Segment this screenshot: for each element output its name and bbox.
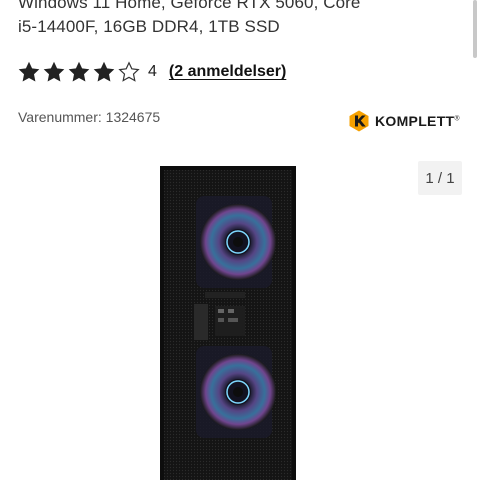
rating-value: 4 — [148, 63, 157, 80]
reviews-link[interactable]: (2 anmeldelser) — [169, 63, 286, 81]
sku-number: Varenummer: 1324675 — [18, 109, 161, 125]
pc-case-image[interactable] — [160, 166, 296, 480]
brand-logo[interactable]: KOMPLETT® — [348, 108, 460, 134]
star-filled-icon — [68, 61, 90, 82]
product-title-line-1: Windows 11 Home, Geforce RTX 5060, Core — [18, 0, 361, 12]
rating-stars — [17, 60, 142, 84]
star-filled-icon — [93, 61, 115, 82]
bottom-fan-icon — [196, 346, 276, 438]
product-title-line-2: i5-14400F, 16GB DDR4, 1TB SSD — [18, 17, 280, 36]
brand-name: KOMPLETT® — [375, 113, 460, 129]
top-fan-icon — [196, 196, 276, 288]
star-filled-icon — [43, 61, 65, 82]
rating-row: 4 (2 anmeldelser) — [17, 59, 286, 85]
komplett-logo-icon — [349, 110, 369, 132]
star-empty-icon — [118, 61, 140, 82]
image-counter: 1 / 1 — [418, 161, 462, 195]
page-scrollbar[interactable] — [473, 0, 477, 58]
star-filled-icon — [18, 61, 40, 82]
